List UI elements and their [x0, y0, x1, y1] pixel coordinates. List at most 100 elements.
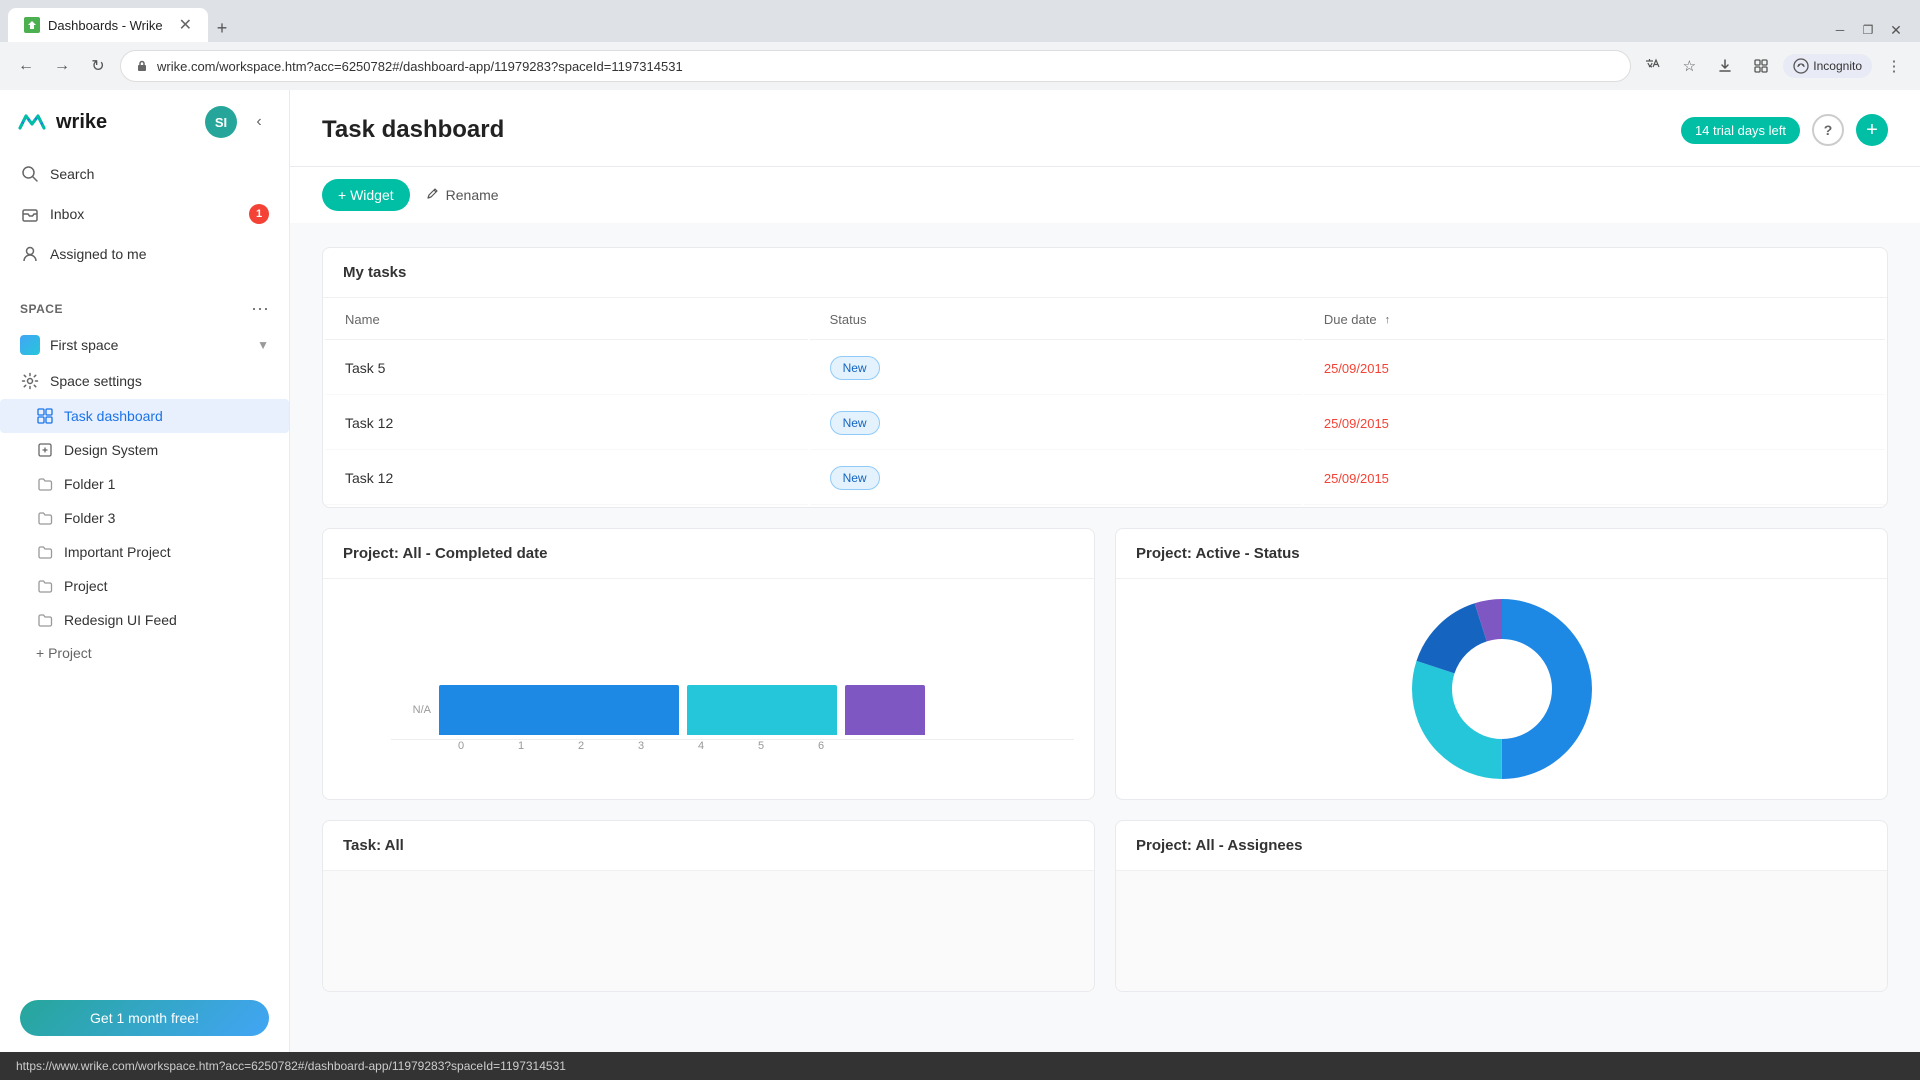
rename-label: Rename — [446, 187, 499, 203]
tasks-col-name[interactable]: Name — [325, 300, 808, 340]
close-tab-icon[interactable]: ✕ — [179, 15, 192, 35]
add-widget-button[interactable]: + — [1856, 114, 1888, 146]
sort-ascending-icon: ↑ — [1385, 314, 1391, 326]
add-widget-toolbar-button[interactable]: + Widget — [322, 179, 410, 211]
collapse-sidebar-button[interactable]: ‹ — [245, 108, 273, 136]
sidebar-space-section: Space ··· — [0, 282, 289, 327]
trial-button[interactable]: Get 1 month free! — [20, 1000, 269, 1036]
bar-chart-rows: N/A — [391, 685, 1074, 735]
assignees-content — [1116, 871, 1887, 991]
donut-chart — [1402, 589, 1602, 789]
address-bar[interactable]: wrike.com/workspace.htm?acc=6250782#/das… — [120, 50, 1631, 82]
bar-purple — [845, 685, 925, 735]
project-label: Project — [64, 578, 108, 594]
status-col-header: Status — [830, 312, 1282, 327]
search-label: Search — [50, 166, 94, 182]
inbox-badge: 1 — [249, 204, 269, 224]
chart-grid: N/A — [391, 595, 1074, 740]
dashboard-toolbar: + Widget Rename — [290, 167, 1920, 223]
add-project-button[interactable]: + Project — [0, 637, 289, 669]
incognito-button[interactable]: Incognito — [1783, 54, 1872, 78]
x-label-3: 3 — [611, 740, 671, 752]
user-avatar[interactable]: SI — [205, 106, 237, 138]
task-all-content — [323, 871, 1094, 991]
sidebar-item-task-dashboard[interactable]: Task dashboard — [0, 399, 289, 433]
page-title: Task dashboard — [322, 116, 504, 164]
design-system-label: Design System — [64, 442, 158, 458]
restore-icon[interactable]: ❐ — [1856, 18, 1880, 42]
folder1-icon — [36, 475, 54, 493]
duedate-col-header: Due date ↑ — [1324, 312, 1865, 327]
download-icon[interactable] — [1711, 52, 1739, 80]
sidebar-item-assigned[interactable]: Assigned to me — [0, 234, 289, 274]
due-date-value: 25/09/2015 — [1324, 471, 1389, 486]
y-axis-label: N/A — [391, 704, 431, 716]
task-due-cell: 25/09/2015 — [1304, 342, 1885, 395]
project-icon — [36, 577, 54, 595]
space-more-button[interactable]: ··· — [251, 298, 269, 319]
logo-text: wrike — [56, 111, 107, 134]
folder1-label: Folder 1 — [64, 476, 115, 492]
status-badge: New — [830, 356, 880, 380]
star-icon[interactable]: ☆ — [1675, 52, 1703, 80]
bar-blue — [439, 685, 679, 735]
extensions-icon[interactable] — [1747, 52, 1775, 80]
sidebar-item-design-system[interactable]: Design System — [0, 433, 289, 467]
task-name-cell: Task 5 — [325, 342, 808, 395]
task-status-cell: New — [810, 452, 1302, 505]
tab-title: Dashboards - Wrike — [48, 18, 171, 33]
due-date-value: 25/09/2015 — [1324, 416, 1389, 431]
table-row[interactable]: Task 12 New 25/09/2015 — [325, 452, 1885, 505]
reload-button[interactable]: ↻ — [84, 52, 112, 80]
table-row[interactable]: Task 12 New 25/09/2015 — [325, 397, 1885, 450]
assignees-header: Project: All - Assignees — [1116, 821, 1887, 871]
forward-button[interactable]: → — [48, 52, 76, 80]
browser-tabs: Dashboards - Wrike ✕ + ─ ❐ ✕ — [0, 0, 1920, 42]
status-badge: New — [830, 466, 880, 490]
sidebar-item-project[interactable]: Project — [0, 569, 289, 603]
sidebar-item-important-project[interactable]: Important Project — [0, 535, 289, 569]
design-icon — [36, 441, 54, 459]
x-label-1: 1 — [491, 740, 551, 752]
x-label-0: 0 — [431, 740, 491, 752]
rename-button[interactable]: Rename — [426, 187, 499, 203]
name-col-header: Name — [345, 312, 788, 327]
more-icon[interactable]: ⋮ — [1880, 52, 1908, 80]
task-name-cell: Task 12 — [325, 452, 808, 505]
tasks-table-head: Name Status Due date — [325, 300, 1885, 340]
table-row[interactable]: Task 5 New 25/09/2015 — [325, 342, 1885, 395]
sidebar-item-search[interactable]: Search — [0, 154, 289, 194]
new-tab-button[interactable]: + — [208, 14, 236, 42]
sidebar-item-space-settings[interactable]: Space settings — [0, 363, 289, 399]
active-tab[interactable]: Dashboards - Wrike ✕ — [8, 8, 208, 42]
x-label-6: 6 — [791, 740, 851, 752]
completed-date-chart: N/A 0 1 — [323, 579, 1094, 768]
header-actions: 14 trial days left ? + — [1681, 114, 1888, 166]
completed-date-widget: Project: All - Completed date N/A — [322, 528, 1095, 800]
tasks-table: Name Status Due date — [323, 298, 1887, 507]
redesign-icon — [36, 611, 54, 629]
sidebar-header: wrike SI ‹ — [0, 90, 289, 146]
sidebar-footer: Get 1 month free! — [0, 984, 289, 1052]
sidebar-item-folder1[interactable]: Folder 1 — [0, 467, 289, 501]
sidebar-item-inbox[interactable]: Inbox 1 — [0, 194, 289, 234]
translate-icon[interactable] — [1639, 52, 1667, 80]
space-section-title: Space — [20, 302, 63, 316]
space-settings-label: Space settings — [50, 373, 142, 389]
assigned-label: Assigned to me — [50, 246, 147, 262]
help-button[interactable]: ? — [1812, 114, 1844, 146]
assigned-icon — [20, 244, 40, 264]
main-content: Task dashboard 14 trial days left ? + + … — [290, 90, 1920, 1052]
minimize-icon[interactable]: ─ — [1828, 18, 1852, 42]
important-project-icon — [36, 543, 54, 561]
sidebar-item-folder3[interactable]: Folder 3 — [0, 501, 289, 535]
sidebar-item-redesign[interactable]: Redesign UI Feed — [0, 603, 289, 637]
sidebar-item-first-space[interactable]: First space ▼ — [0, 327, 289, 363]
close-window-icon[interactable]: ✕ — [1884, 18, 1908, 42]
favicon-icon — [24, 17, 40, 33]
tasks-col-status[interactable]: Status — [810, 300, 1302, 340]
back-button[interactable]: ← — [12, 52, 40, 80]
my-tasks-widget: My tasks Name Status — [322, 247, 1888, 508]
tasks-col-duedate[interactable]: Due date ↑ — [1304, 300, 1885, 340]
completed-date-header: Project: All - Completed date — [323, 529, 1094, 579]
